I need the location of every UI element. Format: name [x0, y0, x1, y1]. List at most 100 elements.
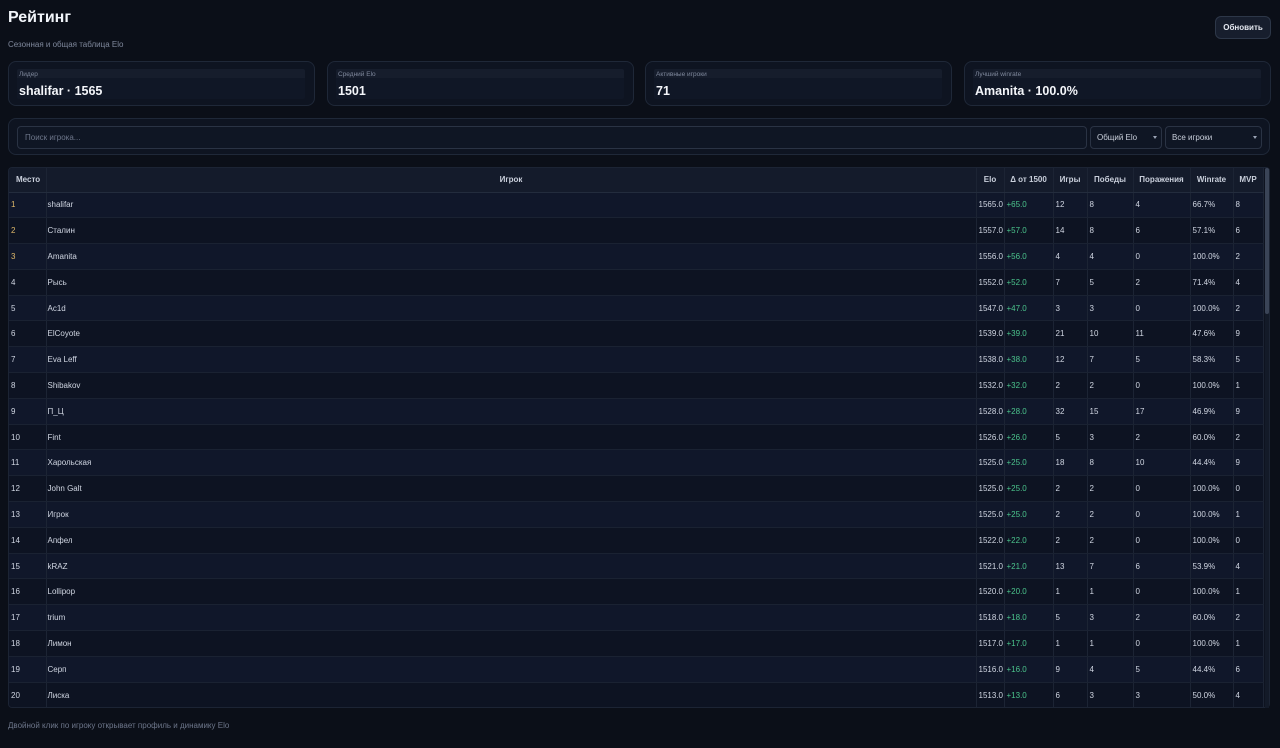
winrate-cell: 60.0%: [1190, 604, 1234, 632]
table-row[interactable]: 16 Lollipop 1520.0 +20.0 1 1 0 100.0% 1: [9, 578, 1264, 606]
column-header-games[interactable]: Игры: [1053, 168, 1088, 193]
player-name-cell: Лимон: [46, 630, 977, 657]
table-scrollbar[interactable]: [1265, 168, 1269, 708]
player-name-cell: Харольская: [46, 449, 977, 477]
rank-cell: 11: [9, 449, 47, 477]
games-cell: 2: [1053, 372, 1088, 399]
games-cell: 2: [1053, 475, 1088, 503]
column-header-mvp[interactable]: MVP: [1233, 168, 1264, 193]
mvp-cell: 0: [1233, 527, 1264, 554]
scrollbar-thumb[interactable]: [1265, 168, 1269, 314]
elo-mode-select[interactable]: Общий Elo: [1090, 126, 1162, 149]
player-name-cell: Рысь: [46, 269, 977, 296]
stat-value: shalifar · 1565: [19, 84, 103, 98]
wins-cell: 2: [1087, 372, 1134, 399]
table-row[interactable]: 20 Лиска 1513.0 +13.0 6 3 3 50.0% 4: [9, 682, 1264, 707]
table-row[interactable]: 7 Eva Leff 1538.0 +38.0 12 7 5 58.3% 5: [9, 346, 1264, 374]
mvp-cell: 9: [1233, 320, 1264, 348]
elo-cell: 1517.0: [976, 630, 1005, 657]
page-title: Рейтинг: [8, 9, 72, 26]
stat-value: Amanita · 100.0%: [975, 84, 1078, 98]
losses-cell: 5: [1133, 346, 1191, 374]
wins-cell: 5: [1087, 269, 1134, 296]
wins-cell: 3: [1087, 295, 1134, 322]
player-scope-select[interactable]: Все игроки: [1165, 126, 1262, 149]
losses-cell: 17: [1133, 398, 1191, 425]
winrate-cell: 100.0%: [1190, 501, 1234, 528]
table-row[interactable]: 14 Апфел 1522.0 +22.0 2 2 0 100.0% 0: [9, 527, 1264, 554]
rank-cell: 15: [9, 553, 47, 580]
table-row[interactable]: 3 Amanita 1556.0 +56.0 4 4 0 100.0% 2: [9, 243, 1264, 270]
table-row[interactable]: 8 Shibakov 1532.0 +32.0 2 2 0 100.0% 1: [9, 372, 1264, 399]
column-header-elo[interactable]: Elo: [976, 168, 1005, 193]
mvp-cell: 4: [1233, 553, 1264, 580]
winrate-cell: 57.1%: [1190, 217, 1234, 245]
table-row[interactable]: 6 ElCoyote 1539.0 +39.0 21 10 11 47.6% 9: [9, 320, 1264, 348]
table-row[interactable]: 2 Сталин 1557.0 +57.0 14 8 6 57.1% 6: [9, 217, 1264, 245]
table-row[interactable]: 19 Серп 1516.0 +16.0 9 4 5 44.4% 6: [9, 656, 1264, 683]
delta-cell: +21.0: [1004, 553, 1054, 580]
mvp-cell: 1: [1233, 501, 1264, 528]
elo-cell: 1547.0: [976, 295, 1005, 322]
player-name-cell: Eva Leff: [46, 346, 977, 374]
mvp-cell: 4: [1233, 682, 1264, 707]
player-name-cell: Лиска: [46, 682, 977, 707]
player-name-cell: Сталин: [46, 217, 977, 245]
rank-cell: 7: [9, 346, 47, 374]
elo-cell: 1518.0: [976, 604, 1005, 632]
column-header-wins[interactable]: Победы: [1087, 168, 1134, 193]
player-name-cell: kRAZ: [46, 553, 977, 580]
games-cell: 4: [1053, 243, 1088, 270]
table-row[interactable]: 12 John Galt 1525.0 +25.0 2 2 0 100.0% 0: [9, 475, 1264, 503]
table-row[interactable]: 4 Рысь 1552.0 +52.0 7 5 2 71.4% 4: [9, 269, 1264, 296]
rank-cell: 6: [9, 320, 47, 348]
games-cell: 14: [1053, 217, 1088, 245]
table-row[interactable]: 13 Игрок 1525.0 +25.0 2 2 0 100.0% 1: [9, 501, 1264, 528]
table-body: 1 shalifar 1565.0 +65.0 12 8 4 66.7% 8 2 Сталин 155…: [9, 192, 1264, 707]
stat-label: Средний Elo: [338, 71, 376, 78]
elo-cell: 1556.0: [976, 243, 1005, 270]
elo-cell: 1552.0: [976, 269, 1005, 296]
elo-cell: 1525.0: [976, 475, 1005, 503]
table-row[interactable]: 11 Харольская 1525.0 +25.0 18 8 10 44.4% 9: [9, 449, 1264, 477]
wins-cell: 1: [1087, 630, 1134, 657]
refresh-button[interactable]: Обновить: [1215, 16, 1271, 39]
column-header-delta[interactable]: Δ от 1500: [1004, 168, 1054, 193]
wins-cell: 7: [1087, 346, 1134, 374]
table-row[interactable]: 10 Fint 1526.0 +26.0 5 3 2 60.0% 2: [9, 424, 1264, 451]
search-input[interactable]: [17, 126, 1087, 149]
column-header-player[interactable]: Игрок: [46, 168, 977, 193]
column-header-rank[interactable]: Место: [9, 168, 47, 193]
games-cell: 2: [1053, 527, 1088, 554]
losses-cell: 4: [1133, 192, 1191, 219]
winrate-cell: 100.0%: [1190, 475, 1234, 503]
rank-cell: 10: [9, 424, 47, 451]
column-header-losses[interactable]: Поражения: [1133, 168, 1191, 193]
winrate-cell: 100.0%: [1190, 243, 1234, 270]
table-row[interactable]: 1 shalifar 1565.0 +65.0 12 8 4 66.7% 8: [9, 192, 1264, 219]
table-row[interactable]: 15 kRAZ 1521.0 +21.0 13 7 6 53.9% 4: [9, 553, 1264, 580]
winrate-cell: 44.4%: [1190, 449, 1234, 477]
rank-cell: 9: [9, 398, 47, 425]
page-subtitle: Сезонная и общая таблица Elo: [8, 40, 124, 49]
delta-cell: +25.0: [1004, 501, 1054, 528]
delta-cell: +38.0: [1004, 346, 1054, 374]
rank-cell: 5: [9, 295, 47, 322]
table-row[interactable]: 9 П_Ц 1528.0 +28.0 32 15 17 46.9% 9: [9, 398, 1264, 425]
wins-cell: 8: [1087, 449, 1134, 477]
table-row[interactable]: 18 Лимон 1517.0 +17.0 1 1 0 100.0% 1: [9, 630, 1264, 657]
games-cell: 13: [1053, 553, 1088, 580]
player-name-cell: Серп: [46, 656, 977, 683]
stat-card-best-winrate: Лучший winrate Amanita · 100.0%: [964, 61, 1271, 106]
winrate-cell: 71.4%: [1190, 269, 1234, 296]
table-row[interactable]: 17 trium 1518.0 +18.0 5 3 2 60.0% 2: [9, 604, 1264, 632]
table-row[interactable]: 5 Ac1d 1547.0 +47.0 3 3 0 100.0% 2: [9, 295, 1264, 322]
rank-cell: 13: [9, 501, 47, 528]
losses-cell: 2: [1133, 424, 1191, 451]
delta-cell: +39.0: [1004, 320, 1054, 348]
wins-cell: 3: [1087, 424, 1134, 451]
games-cell: 5: [1053, 604, 1088, 632]
player-name-cell: Апфел: [46, 527, 977, 554]
games-cell: 18: [1053, 449, 1088, 477]
column-header-winrate[interactable]: Winrate: [1190, 168, 1234, 193]
